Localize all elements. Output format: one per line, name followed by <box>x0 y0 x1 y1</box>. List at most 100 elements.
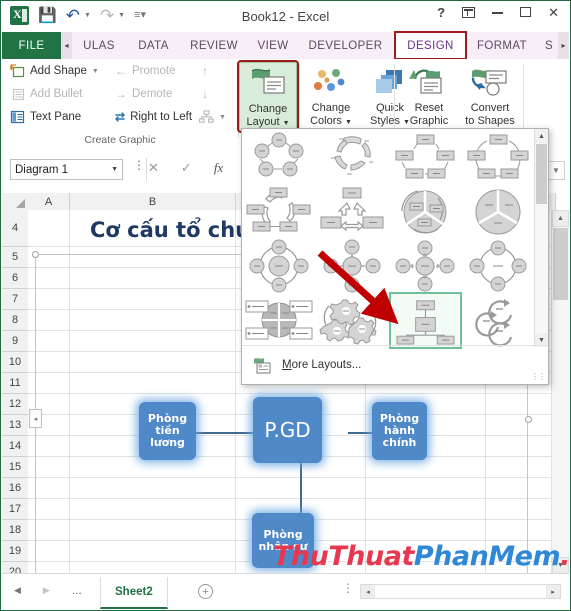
restore-button[interactable] <box>520 6 532 19</box>
gallery-scroll-up[interactable]: ▲ <box>535 129 548 143</box>
smartart-node-center[interactable]: P.GD <box>253 397 322 463</box>
add-shape-dropdown-icon[interactable]: ▼ <box>92 68 99 75</box>
vertical-scrollbar[interactable]: ▲ ▼ <box>551 210 569 574</box>
last-sheet-button[interactable]: ▶ <box>43 585 50 596</box>
layout-option-1[interactable] <box>244 131 314 185</box>
row-header-13[interactable]: 13 <box>2 415 28 436</box>
gallery-scrollbar[interactable]: ▲ ▼ <box>534 129 548 347</box>
layout-option-7[interactable] <box>390 185 460 239</box>
row-header-7[interactable]: 7 <box>2 289 28 310</box>
change-colors-button[interactable]: Change Colors ▼ <box>302 62 360 129</box>
row-header-9[interactable]: 9 <box>2 331 28 352</box>
tab-format[interactable]: FORMAT <box>466 32 538 59</box>
resize-grip-icon[interactable]: ⋮⋮ <box>531 372 546 381</box>
add-shape-button[interactable]: Add Shape ▼ <box>10 64 99 78</box>
row-headers: 4 5 6 7 8 9 10 11 12 13 14 15 16 17 18 1… <box>2 210 29 574</box>
tab-review[interactable]: REVIEW <box>181 32 247 59</box>
name-box-dropdown-icon[interactable]: ▼ <box>111 166 118 173</box>
expand-formula-bar-icon[interactable]: ▼ <box>547 161 565 180</box>
column-header-b[interactable]: B <box>70 193 236 210</box>
help-icon[interactable]: ? <box>437 6 445 19</box>
convert-to-shapes-button[interactable]: Convert to Shapes <box>459 62 521 127</box>
smartart-node-right-text: Phòng hành chính <box>379 412 420 449</box>
hscroll-right-button[interactable]: ▸ <box>546 585 560 598</box>
layout-option-10[interactable] <box>317 239 387 293</box>
layout-option-15-selected[interactable] <box>389 292 462 349</box>
first-sheet-button[interactable]: ◀ <box>14 585 21 596</box>
layout-option-11[interactable] <box>390 239 460 293</box>
more-layouts-button[interactable]: MMore Layouts...ore Layouts... ⋮⋮ <box>242 345 548 384</box>
row-header-4[interactable]: 4 <box>2 210 28 247</box>
smartart-node-left-text: Phòng tiền lương <box>147 412 188 449</box>
horizontal-scrollbar[interactable]: ◂ ▸ <box>360 584 561 599</box>
scroll-up-button[interactable]: ▲ <box>552 210 569 227</box>
tab-formulas[interactable]: ULAS <box>72 32 126 59</box>
minimize-button[interactable] <box>492 6 504 19</box>
right-to-left-button[interactable]: ⇄ Right to Left <box>115 110 192 124</box>
sheet-overflow-button[interactable]: ... <box>72 583 82 597</box>
layout-option-12[interactable] <box>463 239 533 293</box>
watermark-part3: .vn <box>560 541 571 572</box>
tab-scroll-right[interactable]: ▸ <box>558 32 569 59</box>
row-header-6[interactable]: 6 <box>2 268 28 289</box>
tab-design[interactable]: DESIGN <box>394 31 467 60</box>
layout-dropdown-icon[interactable]: ▼ <box>219 114 226 121</box>
row-header-11[interactable]: 11 <box>2 373 28 394</box>
layout-option-2[interactable] <box>317 131 387 185</box>
change-colors-icon <box>302 62 360 102</box>
row-header-19[interactable]: 19 <box>2 541 28 562</box>
layout-option-14[interactable] <box>317 293 387 347</box>
gallery-scroll-thumb[interactable] <box>536 144 547 204</box>
reset-graphic-label-2: Graphic <box>409 114 449 127</box>
row-header-18[interactable]: 18 <box>2 520 28 541</box>
vertical-scroll-thumb[interactable] <box>553 228 568 300</box>
tab-developer[interactable]: DEVELOPER <box>299 32 392 59</box>
add-sheet-button[interactable]: + <box>198 584 213 599</box>
row-header-14[interactable]: 14 <box>2 436 28 457</box>
window-buttons: ? ✕ <box>437 6 559 19</box>
row-header-10[interactable]: 10 <box>2 352 28 373</box>
ribbon-display-options-icon[interactable] <box>462 7 476 18</box>
tab-file[interactable]: FILE <box>2 32 61 59</box>
row-header-5[interactable]: 5 <box>2 247 28 268</box>
layout-option-16[interactable] <box>463 293 533 347</box>
smartart-node-left[interactable]: Phòng tiền lương <box>139 402 196 460</box>
name-box-value: Diagram 1 <box>15 163 69 176</box>
row-header-15[interactable]: 15 <box>2 457 28 478</box>
row-header-17[interactable]: 17 <box>2 499 28 520</box>
change-layout-gallery[interactable]: ▲ ▼ MMore Layouts...ore Layouts... ⋮⋮ <box>241 128 549 385</box>
layout-option-13[interactable] <box>244 293 314 347</box>
tab-view[interactable]: VIEW <box>247 32 299 59</box>
layout-option-5[interactable] <box>244 185 314 239</box>
convert-label-2: to Shapes <box>465 114 515 127</box>
reset-graphic-button[interactable]: Reset Graphic <box>398 62 460 127</box>
tab-scroll-left[interactable]: ◂ <box>61 32 72 59</box>
excel-window: 💾 ↶ ▼ ↷ ▼ ≡▾ Book12 - Excel ? ✕ FILE ◂ U… <box>0 0 571 611</box>
column-header-a[interactable]: A <box>28 193 70 210</box>
layout-option-8[interactable] <box>463 185 533 239</box>
resize-handle-tl[interactable] <box>32 251 39 258</box>
resize-handle-mr[interactable] <box>525 416 532 423</box>
close-button[interactable]: ✕ <box>548 6 559 19</box>
layout-option-3[interactable] <box>390 131 460 185</box>
tab-more[interactable]: S <box>542 32 556 59</box>
org-layout-icon <box>199 110 214 124</box>
row-header-12[interactable]: 12 <box>2 394 28 415</box>
name-box[interactable]: Diagram 1 ▼ <box>10 159 123 180</box>
row-header-16[interactable]: 16 <box>2 478 28 499</box>
select-all-corner[interactable] <box>2 193 29 210</box>
text-pane-icon <box>10 110 25 124</box>
hscroll-left-button[interactable]: ◂ <box>361 585 375 598</box>
sheet-tab-sheet2[interactable]: Sheet2 <box>100 577 168 609</box>
layout-option-9[interactable] <box>244 239 314 293</box>
change-layout-button[interactable]: Change Layout ▼ <box>237 60 299 133</box>
smartart-node-right[interactable]: Phòng hành chính <box>372 402 427 460</box>
arrow-up-icon: ↑ <box>202 64 208 78</box>
text-pane-button[interactable]: Text Pane <box>10 110 81 124</box>
layout-option-4[interactable] <box>463 131 533 185</box>
layout-option-6[interactable] <box>317 185 387 239</box>
tab-data[interactable]: DATA <box>126 32 181 59</box>
row-header-8[interactable]: 8 <box>2 310 28 331</box>
text-pane-toggle[interactable]: ◂ <box>29 409 42 428</box>
reset-graphic-icon <box>398 62 460 102</box>
